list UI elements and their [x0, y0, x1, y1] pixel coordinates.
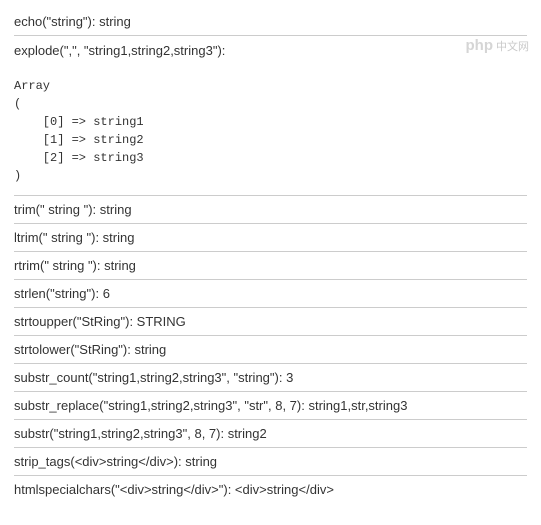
code-text: substr("string1,string2,string3", 8, 7):… [14, 426, 267, 441]
code-text: strtolower("StRing"): string [14, 342, 166, 357]
code-text: substr_replace("string1,string2,string3"… [14, 398, 407, 413]
code-text: explode(",", "string1,string2,string3"): [14, 43, 225, 58]
example-explode-output: Array ( [0] => string1 [1] => string2 [2… [14, 65, 527, 196]
example-substr-replace: substr_replace("string1,string2,string3"… [14, 392, 527, 420]
code-text: strlen("string"): 6 [14, 286, 110, 301]
example-strlen: strlen("string"): 6 [14, 280, 527, 308]
code-text: rtrim(" string "): string [14, 258, 136, 273]
watermark-text: 中文网 [496, 38, 529, 54]
watermark: php 中文网 [466, 37, 530, 54]
example-explode-header: explode(",", "string1,string2,string3"): [14, 36, 527, 65]
code-text: strtoupper("StRing"): STRING [14, 314, 186, 329]
example-htmlspecialchars: htmlspecialchars("<div>string</div>"): <… [14, 476, 527, 503]
php-logo-icon: php [466, 37, 494, 54]
example-rtrim: rtrim(" string "): string [14, 252, 527, 280]
example-substr: substr("string1,string2,string3", 8, 7):… [14, 420, 527, 448]
code-text: trim(" string "): string [14, 202, 132, 217]
code-text: strip_tags(<div>string</div>): string [14, 454, 217, 469]
code-text: echo("string"): string [14, 14, 131, 29]
array-output: Array ( [0] => string1 [1] => string2 [2… [14, 71, 527, 189]
example-strtolower: strtolower("StRing"): string [14, 336, 527, 364]
example-substr-count: substr_count("string1,string2,string3", … [14, 364, 527, 392]
code-text: substr_count("string1,string2,string3", … [14, 370, 293, 385]
code-text: ltrim(" string "): string [14, 230, 134, 245]
example-ltrim: ltrim(" string "): string [14, 224, 527, 252]
example-strtoupper: strtoupper("StRing"): STRING [14, 308, 527, 336]
example-strip-tags: strip_tags(<div>string</div>): string [14, 448, 527, 476]
example-echo: echo("string"): string [14, 8, 527, 36]
code-text: htmlspecialchars("<div>string</div>"): <… [14, 482, 334, 497]
example-trim: trim(" string "): string [14, 196, 527, 224]
